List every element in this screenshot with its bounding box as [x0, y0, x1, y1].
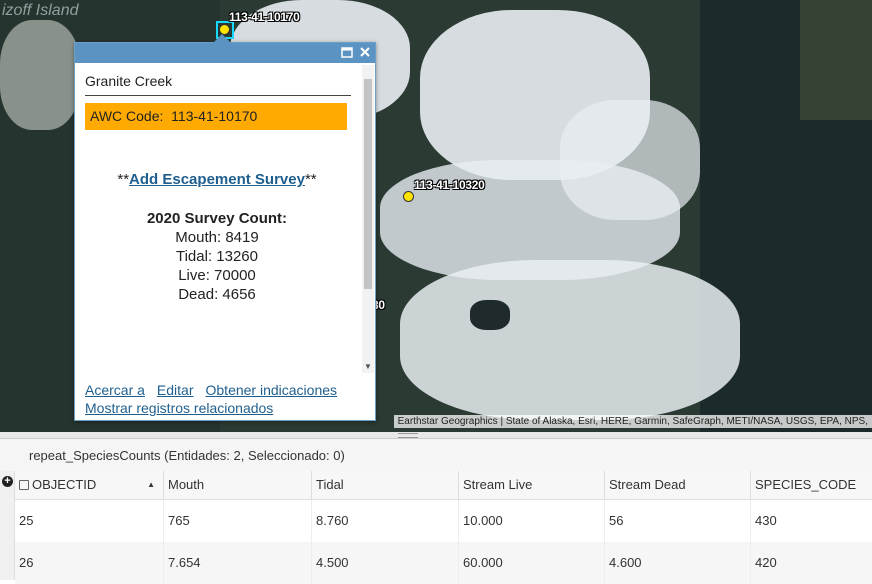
column-header-tidal[interactable]: Tidal [312, 471, 459, 499]
counts-heading: 2020 Survey Count: [146, 210, 288, 227]
table-cell: 430 [755, 513, 777, 528]
survey-suffix: ** [304, 171, 317, 188]
count-live: Live: 70000 [178, 267, 256, 284]
map-attribution: Earthstar Geographics | State of Alaska,… [393, 415, 872, 428]
table-title-bar: repeat_SpeciesCounts (Entidades: 2, Sele… [0, 439, 872, 472]
awc-code-banner: AWC Code: 113-41-10170 [85, 103, 347, 130]
column-header-mouth[interactable]: Mouth [164, 471, 312, 499]
count-dead: Dead: 4656 [178, 286, 256, 303]
table-cell: 7.654 [164, 542, 312, 584]
snow-patch [400, 260, 740, 420]
plus-circle-icon[interactable]: + [2, 476, 13, 487]
column-header-stream-live[interactable]: Stream Live [459, 471, 605, 499]
survey-line: **Add Escapement Survey** [75, 171, 359, 188]
table-cell: 25 [15, 500, 164, 542]
scroll-down-icon[interactable]: ▼ [364, 362, 372, 371]
show-related-records-link[interactable]: Mostrar registros relacionados [85, 400, 273, 416]
lock-icon [19, 480, 29, 490]
count-mouth: Mouth: 8419 [175, 229, 259, 246]
popup-pointer [213, 34, 231, 43]
column-header-objectid[interactable]: OBJECTID ▲ [15, 471, 164, 499]
table-gutter [0, 471, 15, 580]
table-header-row: OBJECTID ▲ Mouth Tidal Stream Live Stream… [15, 471, 872, 500]
popup-scrollbar[interactable]: ▼ [362, 65, 374, 373]
table-cell: 10.000 [459, 500, 605, 542]
awc-code-label: AWC Code: [90, 108, 164, 124]
zoom-to-link[interactable]: Acercar a [85, 382, 145, 398]
scrollbar-thumb[interactable] [364, 79, 372, 289]
map-point-10320[interactable] [403, 191, 414, 202]
maximize-icon[interactable] [340, 46, 354, 60]
popup-header [75, 43, 375, 63]
table-row[interactable]: 25 765 8.760 10.000 56 430 [15, 500, 872, 542]
table-cell: 4.600 [605, 542, 751, 584]
survey-counts: 2020 Survey Count: Mouth: 8419 Tidal: 13… [75, 209, 359, 304]
table-cell: 60.000 [459, 542, 605, 584]
edit-link[interactable]: Editar [157, 382, 194, 398]
get-directions-link[interactable]: Obtener indicaciones [206, 382, 338, 398]
attribute-table: repeat_SpeciesCounts (Entidades: 2, Sele… [0, 438, 872, 584]
map-point-label: 113-41-10320 [414, 178, 485, 192]
table-cell: 420 [755, 555, 777, 570]
count-tidal: Tidal: 13260 [175, 248, 258, 265]
table-cell: 56 [605, 500, 751, 542]
popup-title: Granite Creek [85, 73, 173, 89]
snow-patch [560, 100, 700, 220]
table-cell: 4.500 [312, 542, 459, 584]
table-cell: 765 [164, 500, 312, 542]
sort-ascending-icon[interactable]: ▲ [147, 471, 155, 499]
map-point-label: 113-41-10170 [229, 10, 300, 24]
lake [470, 300, 510, 330]
survey-prefix: ** [117, 171, 130, 188]
awc-code-value: 113-41-10170 [171, 108, 258, 124]
popup-divider [85, 95, 351, 96]
table-cell: 26 [15, 542, 164, 584]
island-label: izoff Island [2, 2, 79, 19]
close-icon[interactable] [358, 46, 372, 60]
column-header-species-code[interactable]: SPECIES_CODE [751, 471, 872, 499]
terrain-patch [0, 20, 80, 130]
popup-body: Granite Creek AWC Code: 113-41-10170 **A… [75, 63, 359, 373]
table-title: repeat_SpeciesCounts (Entidades: 2, Sele… [29, 448, 345, 463]
column-header-stream-dead[interactable]: Stream Dead [605, 471, 751, 499]
add-escapement-survey-link[interactable]: Add Escapement Survey [129, 171, 305, 188]
table-cell: 8.760 [312, 500, 459, 542]
popup-actions: Acercar a Editar Obtener indicaciones Most… [85, 381, 370, 417]
terrain-patch [800, 0, 872, 120]
table-row[interactable]: 26 7.654 4.500 60.000 4.600 420 [15, 542, 872, 584]
feature-popup: Granite Creek AWC Code: 113-41-10170 **A… [74, 34, 376, 421]
map-view[interactable]: izoff Island 113-41-10170 113-41-10320 3… [0, 0, 872, 432]
